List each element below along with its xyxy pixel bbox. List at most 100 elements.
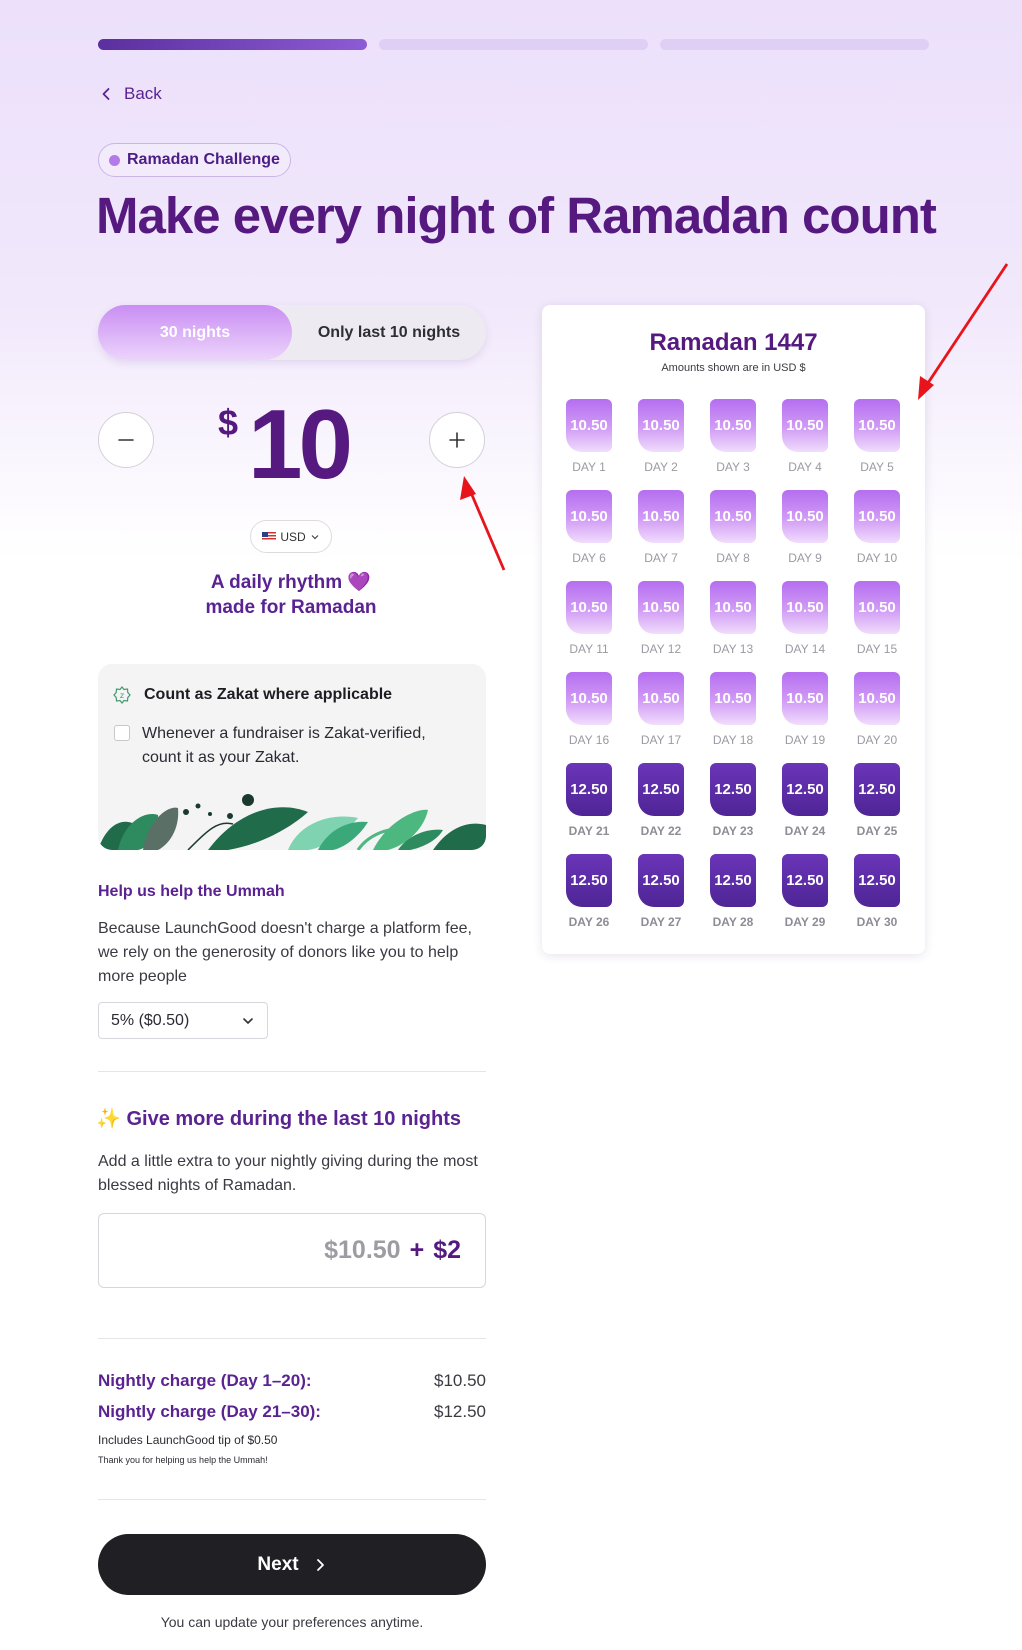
calendar-day: 12.50 DAY 28 (710, 854, 756, 929)
day-amount: 10.50 (638, 581, 684, 634)
next-label: Next (257, 1553, 299, 1575)
chevron-down-icon (243, 1017, 253, 1024)
badge-dot (109, 154, 120, 166)
toggle-30-nights[interactable]: 30 nights (98, 305, 292, 360)
extra-amount-input[interactable]: $10.50 + $2 (98, 1213, 486, 1288)
day-amount: 10.50 (638, 490, 684, 543)
day-amount: 10.50 (566, 490, 612, 543)
day-label: DAY 20 (856, 733, 898, 747)
nightly-charge-row-1: Nightly charge (Day 1–20): $10.50 (98, 1371, 486, 1391)
rhythm-line-1: A daily rhythm 💜 (210, 572, 372, 593)
calendar-day: 12.50 DAY 22 (638, 763, 684, 838)
day-label: DAY 23 (712, 824, 754, 838)
amount-value: 10 (248, 389, 353, 499)
day-label: DAY 27 (640, 915, 682, 929)
challenge-badge: Ramadan Challenge (98, 143, 291, 177)
currency-select[interactable]: USD (250, 520, 332, 553)
calendar-day: 10.50 DAY 16 (566, 672, 612, 747)
calendar-day: 10.50 DAY 8 (710, 490, 756, 565)
us-flag-icon (262, 532, 277, 541)
calendar-day: 12.50 DAY 21 (566, 763, 612, 838)
next-button[interactable]: Next (98, 1534, 486, 1595)
help-description: Because LaunchGood doesn't charge a plat… (98, 920, 472, 985)
day-amount: 10.50 (638, 672, 684, 725)
day-label: DAY 1 (572, 460, 606, 474)
increase-amount-button[interactable] (429, 412, 485, 468)
calendar-day: 12.50 DAY 30 (854, 854, 900, 929)
calendar-day: 10.50 DAY 11 (566, 581, 612, 656)
calendar-day: 10.50 DAY 2 (638, 399, 684, 474)
calendar-day: 10.50 DAY 20 (854, 672, 900, 747)
back-button[interactable]: Back (98, 84, 162, 104)
day-amount: 10.50 (710, 490, 756, 543)
chevron-down-icon (311, 534, 319, 539)
tip-select-value: 5% ($0.50) (111, 1011, 190, 1029)
give-more-description: Add a little extra to your nightly givin… (98, 1153, 478, 1194)
calendar-day: 12.50 DAY 29 (782, 854, 828, 929)
annotation-arrow (460, 476, 506, 571)
rhythm-line-2: made for Ramadan (205, 597, 377, 618)
toggle-last-10-nights[interactable]: Only last 10 nights (292, 305, 486, 360)
day-label: DAY 8 (716, 551, 750, 565)
day-label: DAY 17 (640, 733, 682, 747)
badge-label: Ramadan Challenge (127, 151, 280, 168)
calendar-subtitle: Amounts shown are in USD $ (661, 362, 806, 374)
day-amount: 10.50 (782, 672, 828, 725)
ramadan-calendar: Ramadan 1447 Amounts shown are in USD $ … (542, 305, 925, 954)
calendar-day: 10.50 DAY 4 (782, 399, 828, 474)
day-amount: 10.50 (566, 581, 612, 634)
day-amount: 10.50 (854, 581, 900, 634)
day-label: DAY 19 (784, 733, 826, 747)
divider (98, 1338, 486, 1339)
calendar-title: Ramadan 1447 (649, 329, 818, 356)
chevron-left-icon (102, 88, 110, 100)
calendar-day: 12.50 DAY 27 (638, 854, 684, 929)
chevron-right-icon (316, 1558, 324, 1571)
zakat-card: z Count as Zakat where applicable Whenev… (98, 664, 486, 850)
currency-select-value: USD (280, 529, 306, 544)
day-label: DAY 11 (569, 642, 609, 656)
tip-select[interactable]: 5% ($0.50) (98, 1002, 268, 1039)
svg-text:z: z (120, 691, 124, 700)
charge-label-1: Nightly charge (Day 1–20): (98, 1371, 312, 1390)
day-amount: 12.50 (782, 763, 828, 816)
help-title: Help us help the Ummah (98, 883, 285, 900)
thanks-note: Thank you for helping us help the Ummah! (98, 1455, 268, 1465)
day-amount: 12.50 (638, 854, 684, 907)
progress-step-1 (98, 39, 367, 50)
day-label: DAY 29 (784, 915, 826, 929)
calendar-day: 10.50 DAY 19 (782, 672, 828, 747)
day-amount: 12.50 (566, 854, 612, 907)
calendar-day: 12.50 DAY 26 (566, 854, 612, 929)
zakat-checkbox[interactable] (114, 725, 130, 741)
progress-bar (98, 39, 929, 50)
day-amount: 10.50 (710, 399, 756, 452)
base-amount: $10.50 (324, 1236, 401, 1264)
rhythm-text: A daily rhythm 💜 made for Ramadan (150, 570, 432, 620)
calendar-day: 12.50 DAY 23 (710, 763, 756, 838)
charge-label-2: Nightly charge (Day 21–30): (98, 1402, 321, 1421)
day-amount: 10.50 (782, 399, 828, 452)
day-label: DAY 22 (640, 824, 682, 838)
calendar-day: 10.50 DAY 15 (854, 581, 900, 656)
day-amount: 12.50 (854, 763, 900, 816)
day-label: DAY 7 (644, 551, 678, 565)
plan-toggle[interactable]: 30 nights Only last 10 nights (98, 305, 486, 360)
charge-value-1: $10.50 (434, 1371, 486, 1390)
calendar-day: 10.50 DAY 5 (854, 399, 900, 474)
calendar-day: 10.50 DAY 12 (638, 581, 684, 656)
calendar-day: 12.50 DAY 24 (782, 763, 828, 838)
progress-step-3 (660, 39, 929, 50)
calendar-day: 10.50 DAY 10 (854, 490, 900, 565)
zakat-title: Count as Zakat where applicable (144, 686, 393, 703)
zakat-badge-icon: z (113, 686, 131, 704)
decrease-amount-button[interactable] (98, 412, 154, 468)
day-amount: 12.50 (710, 854, 756, 907)
calendar-day: 10.50 DAY 7 (638, 490, 684, 565)
day-amount: 10.50 (710, 581, 756, 634)
nightly-charge-row-2: Nightly charge (Day 21–30): $12.50 (98, 1402, 486, 1422)
calendar-day: 10.50 DAY 9 (782, 490, 828, 565)
day-label: DAY 18 (712, 733, 754, 747)
plus-icon (449, 432, 465, 448)
day-label: DAY 5 (860, 460, 894, 474)
